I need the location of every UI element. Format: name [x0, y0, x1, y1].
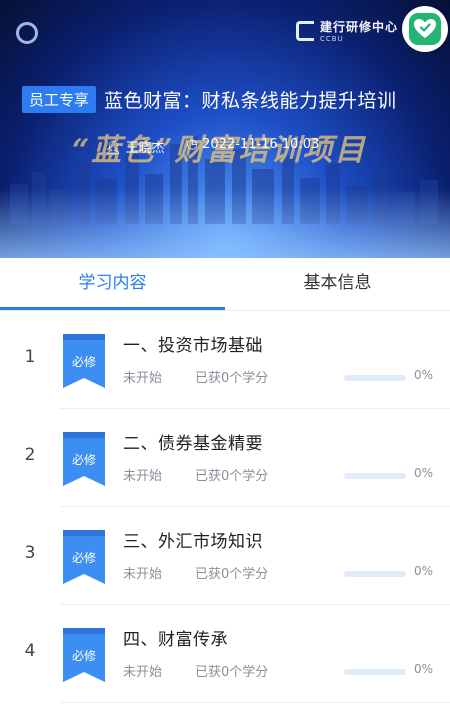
bank-logo	[16, 22, 44, 44]
course-index: 2	[24, 445, 36, 465]
course-item[interactable]: 2 必修 二、债券基金精要 未开始 已获0个学分 0%	[0, 409, 450, 507]
banner-glow	[0, 188, 450, 258]
training-center-logo-icon	[296, 20, 314, 41]
progress-percent: 0%	[414, 564, 434, 578]
course-item[interactable]: 3 必修 三、外汇市场知识 未开始 已获0个学分 0%	[0, 507, 450, 605]
course-title: 蓝色财富：财私条线能力提升培训	[104, 90, 397, 112]
course-status: 未开始	[123, 665, 163, 680]
progress-bar	[344, 669, 406, 675]
required-badge-icon: 必修	[63, 628, 105, 682]
progress-bar	[344, 473, 406, 479]
course-name: 三、外汇市场知识	[123, 532, 263, 552]
clock-icon: ◷	[186, 137, 199, 152]
progress-percent: 0%	[414, 466, 434, 480]
course-banner: 建行研修中心 CCBU 员工专享 蓝色财富：财私条线能力提升培训 “蓝色”财富培训…	[0, 0, 450, 258]
publish-time: ◷ 2022-11-16 10:03	[187, 137, 320, 156]
required-badge-label: 必修	[72, 354, 96, 369]
progress-percent: 0%	[414, 662, 434, 676]
tab-basic-info[interactable]: 基本信息	[225, 258, 450, 310]
divider	[60, 702, 450, 703]
training-center-logo: 建行研修中心 CCBU	[296, 18, 398, 43]
course-meta: 👤︎ 王晓杰 ◷ 2022-11-16 10:03	[105, 137, 319, 156]
course-item[interactable]: 1 必修 一、投资市场基础 未开始 已获0个学分 0%	[0, 311, 450, 409]
employee-exclusive-tag: 员工专享	[22, 86, 97, 113]
course-status: 未开始	[123, 567, 163, 582]
course-status: 未开始	[123, 469, 163, 484]
course-credits: 已获0个学分	[195, 567, 269, 582]
required-badge-label: 必修	[72, 452, 96, 467]
course-credits: 已获0个学分	[195, 469, 269, 484]
publish-time-value: 2022-11-16 10:03	[202, 137, 320, 152]
bank-logo-icon	[16, 22, 38, 44]
banner-title-row: 员工专享 蓝色财富：财私条线能力提升培训	[22, 86, 397, 113]
tab-learning-content[interactable]: 学习内容	[0, 258, 225, 310]
course-name: 一、投资市场基础	[123, 336, 263, 356]
course-index: 1	[24, 347, 36, 367]
required-badge-icon: 必修	[63, 432, 105, 486]
course-item[interactable]: 4 必修 四、财富传承 未开始 已获0个学分 0%	[0, 605, 450, 703]
required-badge-icon: 必修	[63, 530, 105, 584]
required-badge-label: 必修	[72, 550, 96, 565]
user-icon: 👤︎	[105, 141, 122, 156]
progress-bar	[344, 375, 406, 381]
course-index: 3	[24, 543, 36, 563]
course-index: 4	[24, 641, 36, 661]
progress-bar	[344, 571, 406, 577]
course-status: 未开始	[123, 371, 163, 386]
heart-icon	[409, 13, 441, 45]
favorite-button[interactable]	[402, 6, 448, 52]
course-credits: 已获0个学分	[195, 665, 269, 680]
required-badge-label: 必修	[72, 648, 96, 663]
progress-percent: 0%	[414, 368, 434, 382]
course-credits: 已获0个学分	[195, 371, 269, 386]
content-tabs: 学习内容 基本信息	[0, 258, 450, 311]
author: 👤︎ 王晓杰	[105, 137, 165, 156]
training-center-logo-text: 建行研修中心 CCBU	[320, 20, 399, 43]
course-list: 1 必修 一、投资市场基础 未开始 已获0个学分 0% 2 必修 二、债券基金精…	[0, 311, 450, 703]
course-name: 四、财富传承	[123, 630, 228, 650]
required-badge-icon: 必修	[63, 334, 105, 388]
course-name: 二、债券基金精要	[123, 434, 263, 454]
author-name: 王晓杰	[125, 141, 165, 156]
